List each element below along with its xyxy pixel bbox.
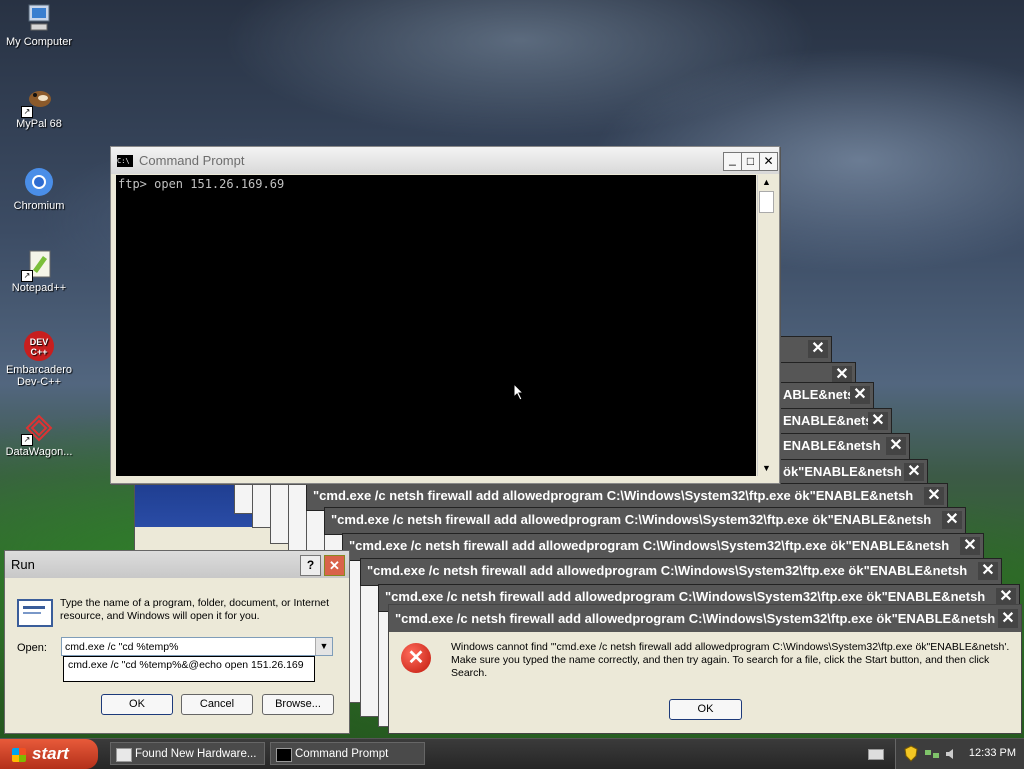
error-dialog-titlebar[interactable]: "cmd.exe /c netsh firewall add allowedpr… — [342, 533, 984, 561]
devcpp-icon: DEV C++ — [23, 330, 55, 362]
window-titlebar[interactable]: C:\ Command Prompt — [111, 147, 779, 174]
error-dialog-titlebar[interactable]: ✕ — [776, 336, 832, 364]
error-title: ENABLE&netsh — [783, 438, 881, 453]
desktop-icon-label: Embarcadero Dev-C++ — [5, 364, 73, 388]
taskbar-item-command-prompt[interactable]: Command Prompt — [270, 742, 425, 765]
close-button[interactable]: ✕ — [998, 609, 1018, 628]
close-button[interactable]: ✕ — [759, 152, 778, 171]
volume-icon[interactable] — [944, 747, 958, 761]
error-dialog-titlebar[interactable]: ABLE&netsh ✕ — [776, 382, 874, 410]
close-button[interactable]: ✕ — [924, 487, 944, 505]
taskbar: start Found New Hardware... Command Prom… — [0, 738, 1024, 769]
clock[interactable]: 12:33 PM — [969, 747, 1016, 759]
desktop-icon-datawagon[interactable]: ↗ DataWagon... — [0, 412, 78, 458]
autocomplete-suggestion[interactable]: cmd.exe /c "cd %temp%&@echo open 151.26.… — [63, 656, 315, 682]
desktop-icon-my-computer[interactable]: My Computer — [0, 2, 78, 48]
desktop-icon-mypal[interactable]: ↗ MyPal 68 — [0, 84, 78, 130]
desktop-icon-notepad-plus-plus[interactable]: ↗ Notepad++ — [0, 248, 78, 294]
my-computer-icon — [23, 2, 55, 34]
error-title: ENABLE&netsh — [783, 413, 881, 428]
svg-text:DEV: DEV — [30, 337, 49, 347]
cmd-icon — [276, 748, 292, 762]
taskbar-item-found-new-hardware[interactable]: Found New Hardware... — [110, 742, 265, 765]
open-input[interactable]: cmd.exe /c "cd %temp% ▼ — [61, 637, 333, 656]
close-button[interactable]: ✕ — [978, 562, 998, 580]
console-output[interactable]: ftp> open 151.26.169.69 — [116, 175, 756, 476]
scroll-down-arrow-icon[interactable]: ▼ — [758, 461, 775, 476]
close-button[interactable]: ✕ — [942, 511, 962, 529]
error-dialog-titlebar[interactable]: "cmd.exe /c netsh firewall add allowedpr… — [389, 605, 1021, 632]
notepad-plus-plus-icon: ↗ — [21, 248, 55, 282]
error-dialog-titlebar[interactable]: "cmd.exe /c netsh firewall add allowedpr… — [360, 558, 1002, 586]
start-button[interactable]: start — [0, 739, 98, 769]
error-dialog-titlebar[interactable]: ENABLE&netsh ✕ — [776, 408, 892, 436]
cmd-icon: C:\ — [117, 154, 133, 167]
windows-logo-icon — [12, 747, 26, 762]
browse-button[interactable]: Browse... — [262, 694, 334, 715]
error-title: "cmd.exe /c netsh firewall add allowedpr… — [385, 589, 986, 604]
desktop-icon-label: DataWagon... — [5, 446, 73, 458]
scroll-thumb[interactable] — [759, 191, 774, 213]
mouse-cursor-icon — [513, 383, 525, 401]
minimize-button[interactable]: _ — [723, 152, 742, 171]
close-button[interactable]: ✕ — [808, 340, 828, 358]
cancel-button[interactable]: Cancel — [181, 694, 253, 715]
desktop-icon-devcpp[interactable]: DEV C++ Embarcadero Dev-C++ — [0, 330, 78, 388]
vertical-scrollbar[interactable]: ▲ ▼ — [757, 175, 775, 476]
maximize-button[interactable]: □ — [741, 152, 760, 171]
error-dialog: "cmd.exe /c netsh firewall add allowedpr… — [388, 604, 1022, 734]
desktop-icon-label: My Computer — [5, 36, 73, 48]
close-button[interactable]: ✕ — [868, 412, 888, 430]
shortcut-arrow-icon: ↗ — [21, 270, 33, 282]
command-prompt-window: C:\ Command Prompt _ □ ✕ ftp> open 151.2… — [110, 146, 780, 484]
ok-button[interactable]: OK — [669, 699, 742, 720]
keyboard-icon[interactable] — [868, 749, 884, 760]
close-button[interactable]: ✕ — [850, 386, 870, 404]
taskbar-item-label: Command Prompt — [295, 748, 389, 760]
open-label: Open: — [17, 642, 47, 654]
error-title: ök"ENABLE&netsh — [783, 464, 902, 479]
error-title: "cmd.exe /c netsh firewall add allowedpr… — [367, 563, 968, 578]
run-description: Type the name of a program, folder, docu… — [60, 597, 330, 622]
error-title: "cmd.exe /c netsh firewall add allowedpr… — [313, 488, 914, 503]
window-icon — [116, 748, 132, 762]
error-title: "cmd.exe /c netsh firewall add allowedpr… — [349, 538, 950, 553]
dropdown-arrow-icon[interactable]: ▼ — [315, 638, 332, 655]
shortcut-arrow-icon: ↗ — [21, 106, 33, 118]
start-label: start — [32, 744, 69, 763]
desktop-icon-label: Notepad++ — [11, 282, 67, 294]
close-button[interactable]: ✕ — [960, 537, 980, 555]
taskbar-item-label: Found New Hardware... — [135, 748, 257, 760]
run-icon — [17, 599, 53, 627]
error-icon: ✕ — [401, 643, 431, 673]
error-message: Windows cannot find '"cmd.exe /c netsh f… — [451, 641, 1010, 679]
console-line: ftp> open 151.26.169.69 — [118, 177, 285, 191]
security-shield-icon[interactable] — [904, 745, 918, 762]
desktop-icon-chromium[interactable]: Chromium — [0, 166, 78, 212]
mypal-icon: ↗ — [21, 84, 55, 118]
error-title: "cmd.exe /c netsh firewall add allowedpr… — [331, 512, 932, 527]
window-title: Command Prompt — [139, 153, 245, 168]
error-dialog-titlebar[interactable]: "cmd.exe /c netsh firewall add allowedpr… — [324, 507, 966, 535]
datawagon-icon: ↗ — [21, 412, 55, 446]
error-dialog-titlebar[interactable]: ENABLE&netsh ✕ — [776, 433, 910, 461]
run-dialog: Run ? ✕ Type the name of a program, fold… — [4, 550, 350, 734]
help-button[interactable]: ? — [300, 555, 321, 576]
close-button[interactable]: ✕ — [886, 437, 906, 455]
ok-button[interactable]: OK — [101, 694, 173, 715]
run-dialog-title: Run — [11, 557, 35, 572]
close-button[interactable]: ✕ — [324, 555, 345, 576]
shortcut-arrow-icon: ↗ — [21, 434, 33, 446]
run-dialog-titlebar[interactable]: Run ? ✕ — [5, 551, 349, 578]
network-icon[interactable] — [924, 747, 940, 761]
system-tray: 12:33 PM — [895, 739, 1024, 769]
open-input-value: cmd.exe /c "cd %temp% — [65, 641, 179, 653]
desktop-icon-label: Chromium — [13, 200, 65, 212]
chromium-icon — [23, 166, 55, 198]
desktop-icon-label: MyPal 68 — [16, 118, 62, 130]
error-title: "cmd.exe /c netsh firewall add allowedpr… — [395, 611, 996, 626]
scroll-up-arrow-icon[interactable]: ▲ — [758, 175, 775, 190]
svg-text:C++: C++ — [30, 347, 47, 357]
close-button[interactable]: ✕ — [904, 463, 924, 481]
